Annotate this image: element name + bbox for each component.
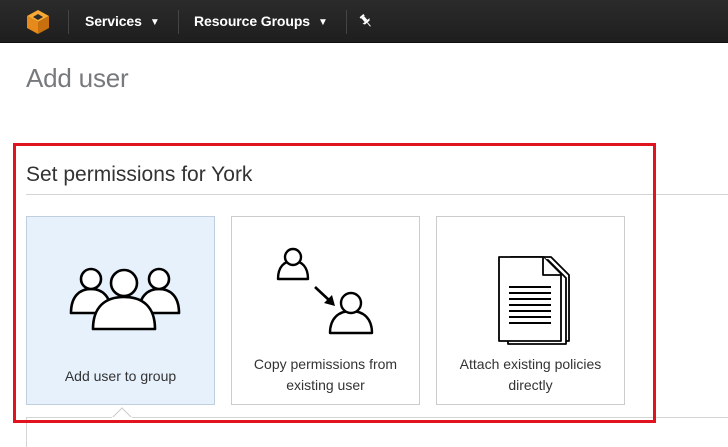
pin-icon[interactable] (358, 13, 374, 29)
add-user-to-group-option[interactable]: Add user to group (26, 216, 215, 405)
services-menu[interactable]: Services ▼ (85, 13, 160, 29)
chevron-down-icon: ▼ (149, 17, 160, 28)
nav-divider (346, 10, 347, 34)
resource-groups-label: Resource Groups (194, 13, 310, 29)
selection-caret-icon (112, 407, 132, 418)
nav-divider (178, 10, 179, 34)
attach-policies-option[interactable]: Attach existing policies directly (436, 216, 625, 405)
copy-user-permissions-icon (276, 247, 374, 335)
copy-permissions-option[interactable]: Copy permissions from existing user (231, 216, 420, 405)
section-divider (26, 194, 728, 195)
user-group-icon (69, 267, 181, 331)
aws-cube-icon[interactable] (25, 9, 51, 35)
nav-divider (68, 10, 69, 34)
selected-option-panel (26, 417, 728, 447)
option-label-line: Copy permissions from (253, 356, 398, 372)
option-label: Add user to group (64, 368, 177, 384)
option-label: Copy permissions from existing user (240, 354, 411, 396)
option-label-line: Attach existing policies (459, 356, 602, 372)
chevron-down-icon: ▼ (317, 17, 328, 28)
option-label-line: existing user (286, 377, 365, 393)
policy-documents-icon (498, 256, 570, 345)
option-label: Attach existing policies directly (445, 354, 616, 396)
resource-groups-menu[interactable]: Resource Groups ▼ (194, 13, 328, 29)
section-title: Set permissions for York (26, 163, 253, 186)
services-label: Services (85, 13, 142, 29)
top-navigation-bar: Services ▼ Resource Groups ▼ (0, 0, 728, 43)
page-title: Add user (26, 63, 129, 93)
option-label-line: directly (508, 377, 553, 393)
